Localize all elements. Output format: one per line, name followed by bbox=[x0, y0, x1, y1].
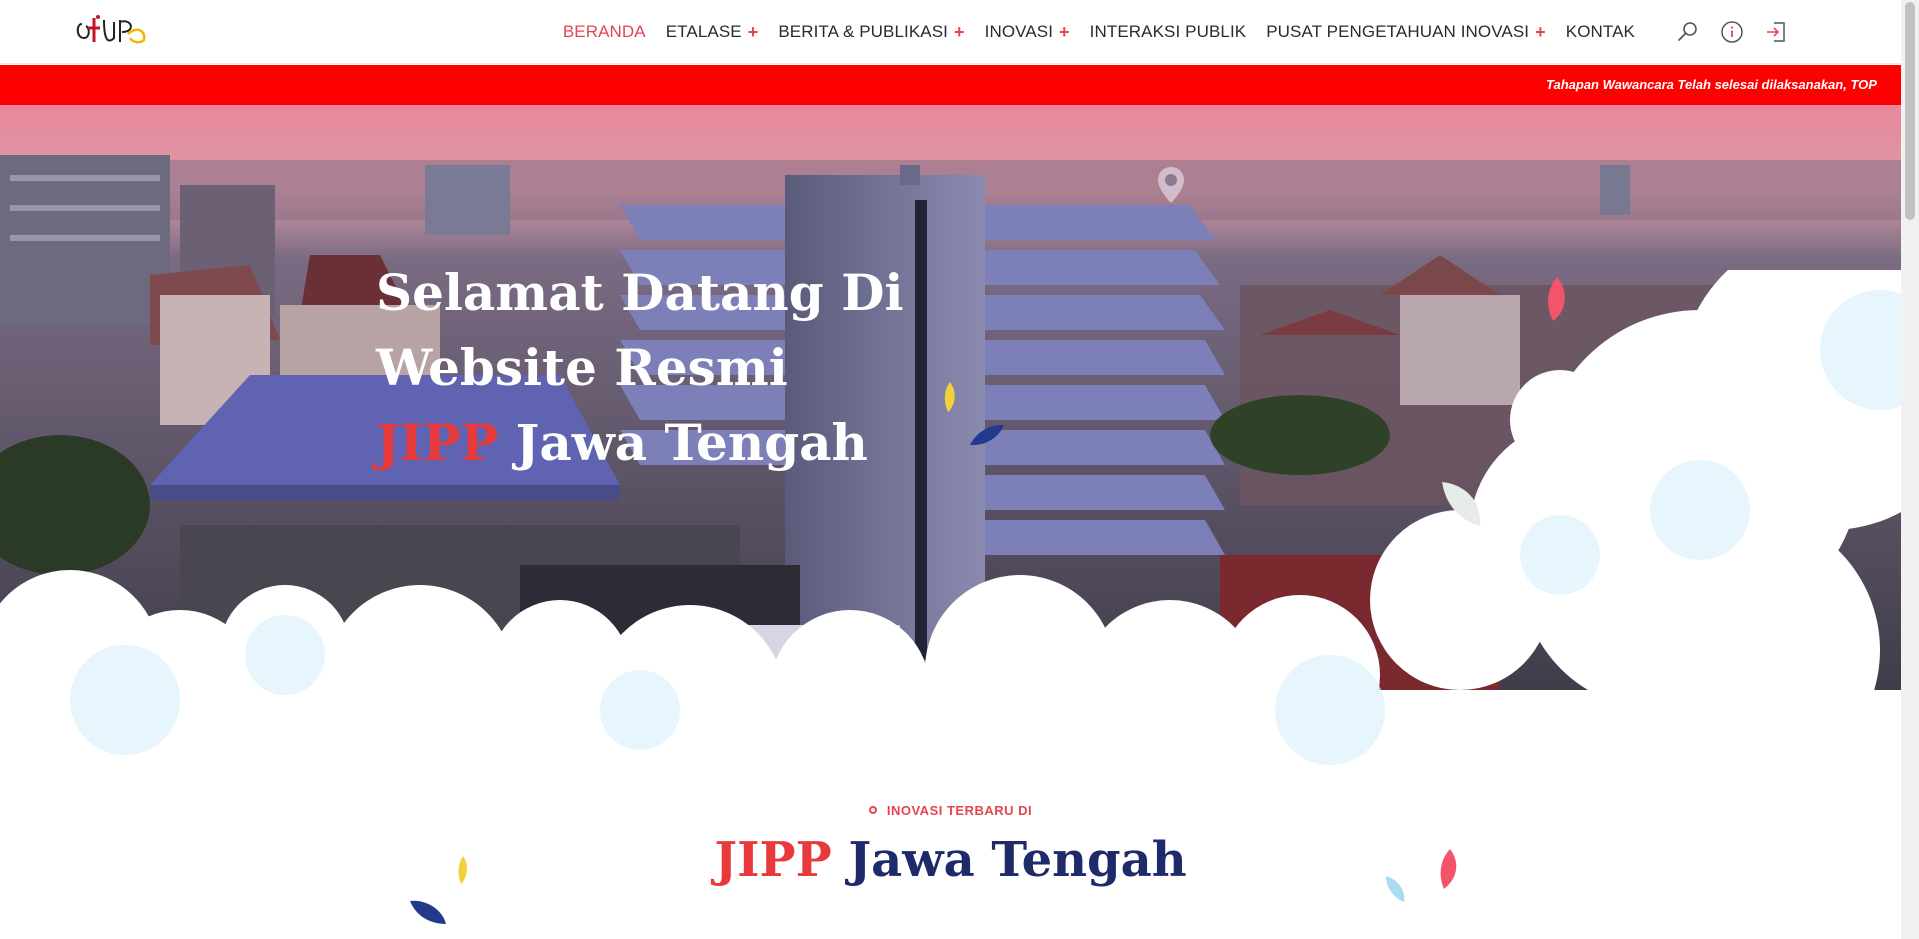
cloud-decoration bbox=[0, 270, 1919, 810]
page-scrollbar[interactable] bbox=[1901, 0, 1919, 939]
login-icon[interactable] bbox=[1764, 20, 1788, 44]
nav-item-label: BERANDA bbox=[562, 22, 646, 41]
nav-item-pusat-pengetahuan-inovasi[interactable]: PUSAT PENGETAHUAN INOVASI + bbox=[1266, 22, 1546, 43]
site-logo[interactable] bbox=[74, 10, 154, 52]
nav-item-label: BERITA & PUBLIKASI bbox=[778, 22, 949, 41]
nav-item-etalase[interactable]: ETALASE + bbox=[666, 22, 759, 43]
info-icon[interactable] bbox=[1720, 20, 1744, 44]
leaf-icon bbox=[410, 900, 446, 924]
nav-item-kontak[interactable]: KONTAK bbox=[1566, 22, 1635, 42]
submenu-plus-icon: + bbox=[1535, 21, 1546, 42]
nav-item-inovasi[interactable]: INOVASI + bbox=[985, 22, 1070, 43]
section-title-rest: Jawa Tengah bbox=[831, 832, 1187, 888]
nav-item-label: INTERAKSI PUBLIK bbox=[1089, 22, 1247, 41]
section-kicker-text: INOVASI TERBARU DI bbox=[886, 803, 1033, 818]
submenu-plus-icon: + bbox=[747, 21, 759, 42]
scrollbar-thumb[interactable] bbox=[1905, 2, 1915, 220]
nav-item-label: PUSAT PENGETAHUAN INOVASI bbox=[1266, 22, 1530, 41]
announcement-ticker: Tahapan Wawancara Telah selesai dilaksan… bbox=[0, 65, 1901, 105]
circle-bullet-icon bbox=[868, 806, 877, 814]
leaf-icon bbox=[1386, 876, 1405, 902]
leaf-icon bbox=[970, 424, 1004, 446]
nav-item-label: ETALASE bbox=[665, 22, 742, 41]
leaf-icon bbox=[1442, 482, 1481, 526]
search-icon[interactable] bbox=[1676, 20, 1700, 44]
leaf-icon bbox=[1548, 277, 1565, 321]
ticker-text[interactable]: Tahapan Wawancara Telah selesai dilaksan… bbox=[1546, 65, 1877, 105]
leaf-icon bbox=[944, 382, 955, 412]
section-title-highlight: JIPP bbox=[714, 832, 832, 888]
submenu-plus-icon: + bbox=[1059, 21, 1070, 42]
leaf-icon bbox=[458, 856, 467, 884]
section-title: JIPP Jawa Tengah bbox=[0, 832, 1901, 888]
nav-item-interaksi-publik[interactable]: INTERAKSI PUBLIK bbox=[1090, 22, 1247, 42]
section-kicker: INOVASI TERBARU DI bbox=[0, 803, 1901, 818]
nav-item-berita-publikasi[interactable]: BERITA & PUBLIKASI + bbox=[778, 22, 964, 43]
main-nav: BERANDA ETALASE + BERITA & PUBLIKASI + I… bbox=[543, 0, 1635, 64]
header-icon-group bbox=[1676, 20, 1788, 44]
site-header: BERANDA ETALASE + BERITA & PUBLIKASI + I… bbox=[0, 0, 1901, 64]
nav-item-label: KONTAK bbox=[1565, 22, 1635, 41]
nav-item-beranda[interactable]: BERANDA bbox=[563, 22, 646, 42]
submenu-plus-icon: + bbox=[954, 21, 965, 42]
nav-item-label: INOVASI bbox=[984, 22, 1054, 41]
map-pin-icon bbox=[1158, 167, 1184, 203]
leaf-icon bbox=[1440, 849, 1457, 889]
